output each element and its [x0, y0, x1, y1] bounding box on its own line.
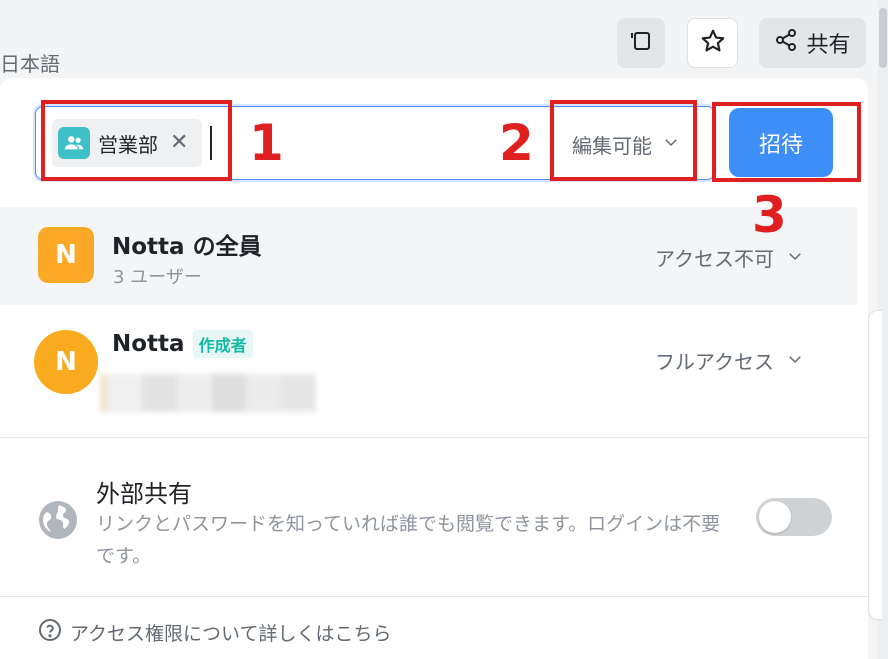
share-label: 共有	[806, 33, 851, 58]
divider	[0, 437, 868, 438]
external-share-title: 外部共有	[96, 480, 192, 508]
chevron-down-icon	[786, 246, 804, 270]
background-panel-edge	[868, 310, 882, 620]
help-link-text: アクセス権限について詳しくはこちら	[70, 623, 392, 645]
member-row: N Notta 作成者 フルアクセス	[0, 310, 858, 412]
member-count: 3 ユーザー	[113, 267, 202, 288]
external-share-toggle[interactable]	[756, 498, 832, 536]
access-value: フルアクセス	[655, 350, 774, 374]
annotation-number-2: 2	[499, 114, 534, 172]
panel-icon	[629, 29, 653, 57]
access-help-link[interactable]: アクセス権限について詳しくはこちら	[38, 618, 391, 647]
redacted-email	[100, 374, 317, 412]
panel-toggle-button[interactable]	[617, 18, 665, 68]
annotation-box-permission	[550, 100, 697, 181]
top-bar: 日本語 共有	[0, 0, 888, 80]
access-select[interactable]: アクセス不可	[655, 243, 804, 272]
avatar: N	[38, 227, 94, 283]
annotation-box-invitee	[41, 100, 232, 181]
share-button[interactable]: 共有	[759, 18, 866, 68]
scrollbar-thumb[interactable]	[879, 8, 887, 68]
creator-badge: 作成者	[192, 330, 253, 358]
help-icon	[38, 618, 62, 647]
favorite-button[interactable]	[687, 18, 738, 68]
language-label: 日本語	[0, 52, 60, 76]
share-icon	[774, 28, 798, 58]
external-share-description: リンクとパスワードを知っていれば誰でも閲覧できます。ログインは不要です。	[96, 513, 721, 567]
chevron-down-icon	[786, 349, 804, 373]
globe-icon	[38, 500, 78, 544]
access-value: アクセス不可	[655, 247, 774, 271]
annotation-number-1: 1	[249, 114, 284, 172]
access-select[interactable]: フルアクセス	[655, 346, 804, 375]
member-name: Notta 作成者	[112, 330, 253, 358]
star-icon	[700, 28, 726, 58]
member-row: N Notta の全員 3 ユーザー アクセス不可	[0, 207, 858, 305]
annotation-box-invite	[712, 102, 861, 182]
member-name: Notta の全員	[112, 234, 262, 260]
divider	[0, 596, 868, 597]
annotation-number-3: 3	[752, 186, 787, 244]
avatar: N	[34, 330, 98, 394]
toggle-knob	[759, 501, 791, 533]
